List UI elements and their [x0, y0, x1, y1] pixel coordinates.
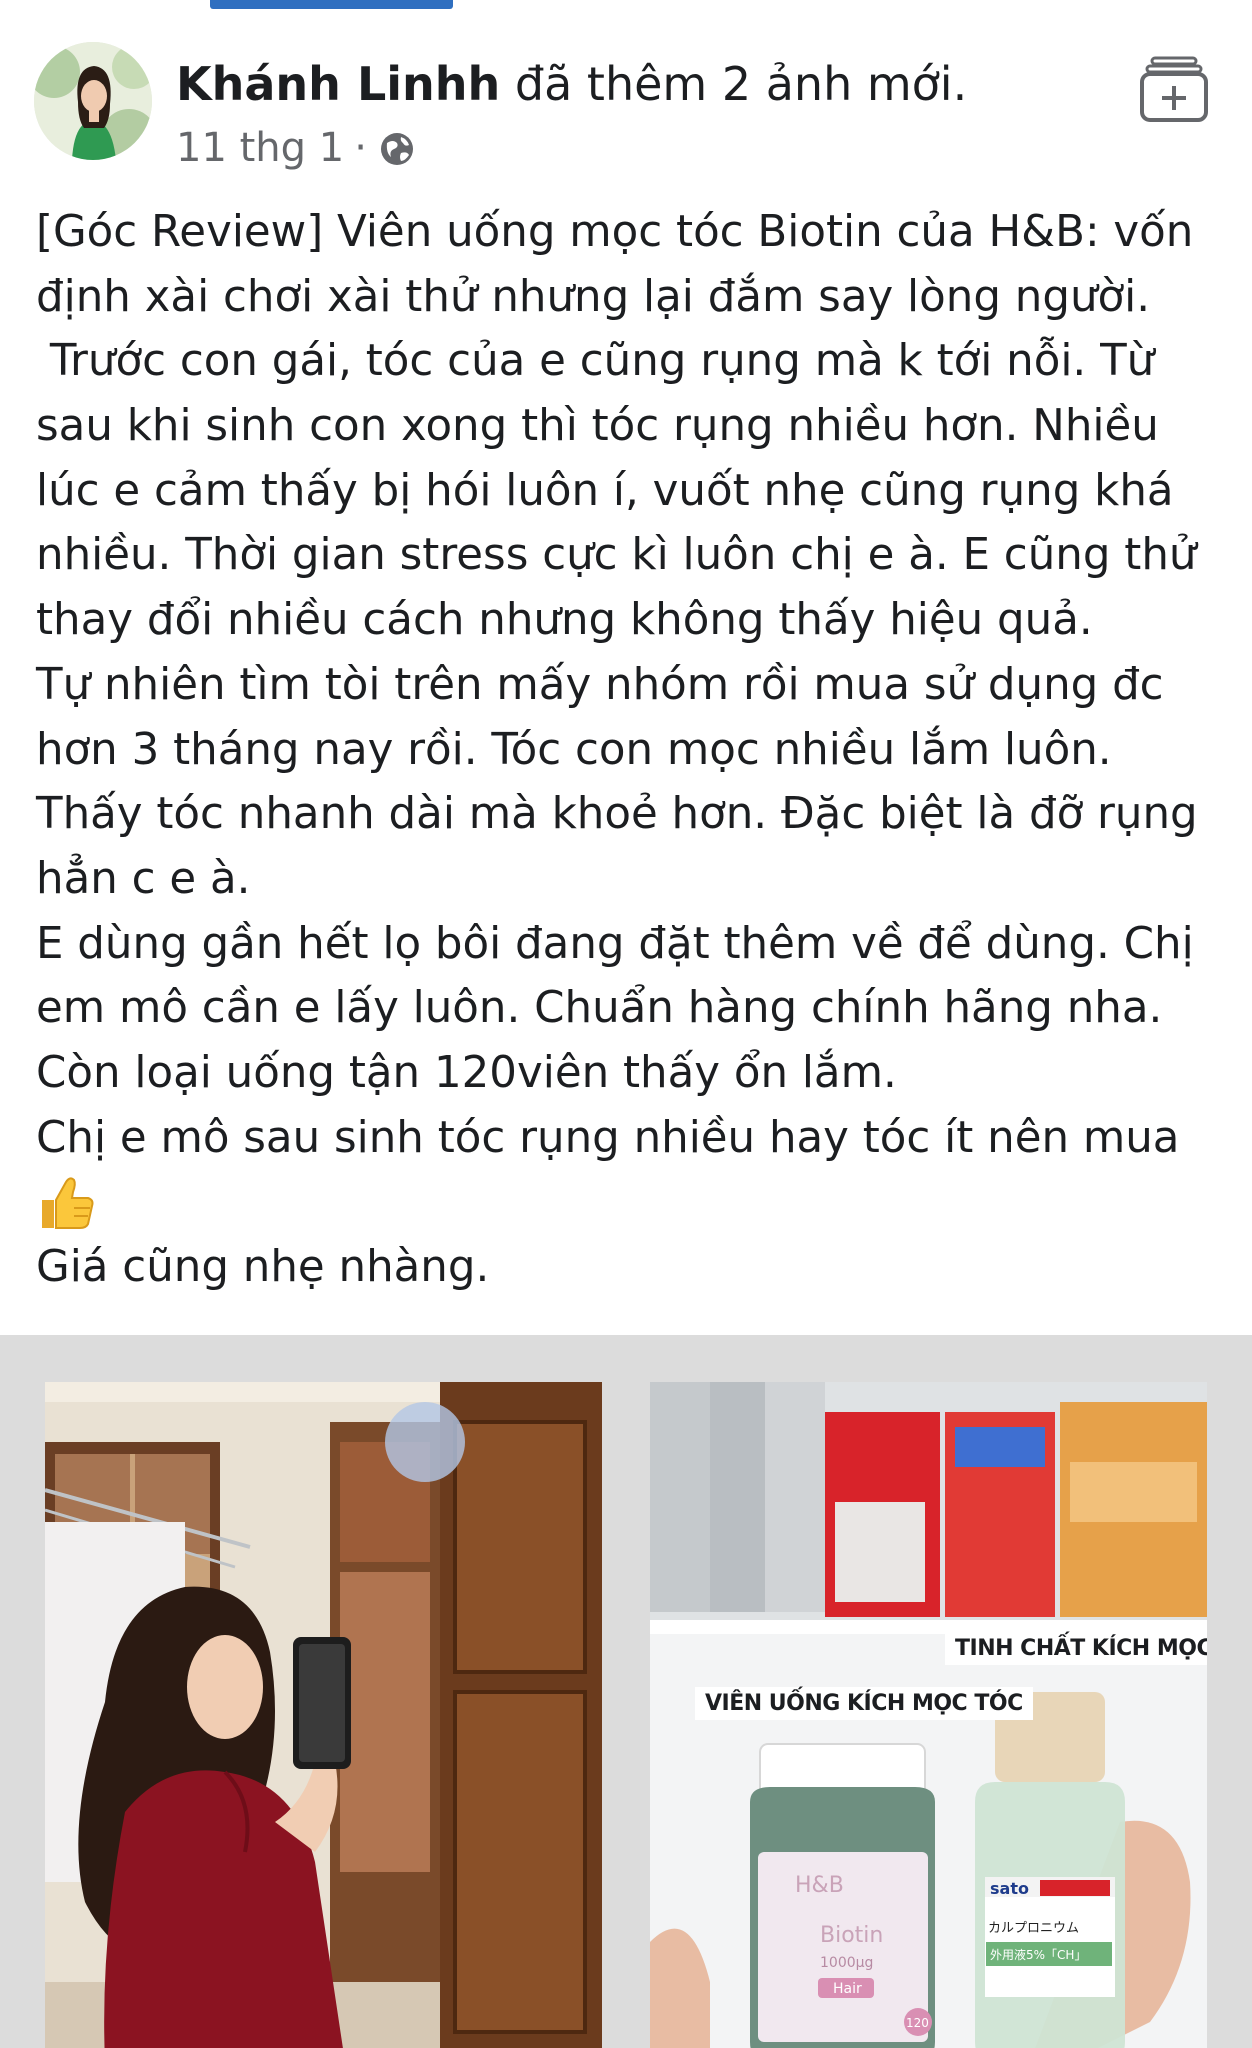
post-header: Khánh Linhh đã thêm 2 ảnh mới. 11 thg 1 …	[0, 0, 1252, 190]
photo-gallery: H&B Biotin 1000μg Hair 120 sato カルプロニウム …	[0, 1335, 1252, 2048]
bottle-brand-text: H&B	[795, 1873, 844, 1898]
bottle-count-text: 120	[906, 2016, 929, 2030]
post-meta: 11 thg 1 ·	[176, 120, 417, 176]
serum-name-text: カルプロニウム	[988, 1921, 1079, 1936]
meta-separator: ·	[354, 125, 367, 171]
bottle-use-text: Hair	[833, 1981, 862, 1997]
bottle-dose-text: 1000μg	[820, 1955, 873, 1971]
globe-icon	[377, 128, 417, 168]
serum-sub-text: 外用液5%「CH」	[990, 1947, 1086, 1962]
thumbs-up-icon	[36, 1170, 96, 1235]
post-timestamp[interactable]: 11 thg 1	[176, 120, 344, 176]
post-text-line: [Góc Review] Viên uống mọc tóc Biotin củ…	[36, 207, 1194, 257]
bottle-name-text: Biotin	[820, 1923, 883, 1948]
post-text-line: lúc e cảm thấy bị hói luôn í, vuốt nhẹ c…	[36, 465, 1174, 516]
product-tag-pill: VIÊN UỐNG KÍCH MỌC TÓC	[695, 1687, 1033, 1720]
post-text-line: nhiều. Thời gian stress cực kì luôn chị …	[36, 530, 1197, 581]
post-text-line: Thấy tóc nhanh dài mà khoẻ hơn. Đặc biệt…	[36, 789, 1198, 840]
post-text-line: Chị e mô sau sinh tóc rụng nhiều hay tóc…	[36, 1112, 1180, 1163]
post-text-line: hơn 3 tháng nay rồi. Tóc con mọc nhiều l…	[36, 724, 1112, 775]
photo-product[interactable]: H&B Biotin 1000μg Hair 120 sato カルプロニウム …	[650, 1382, 1207, 2048]
post-text-line: em mô cần e lấy luôn. Chuẩn hàng chính h…	[36, 983, 1163, 1034]
post-text-line: E dùng gần hết lọ bôi đang đặt thêm về đ…	[36, 918, 1194, 969]
post-text-line: Trước con gái, tóc của e cũng rụng mà k …	[36, 336, 1155, 387]
post-text-line: định xài chơi xài thử nhưng lại đắm say …	[36, 271, 1151, 322]
post-body: [Góc Review] Viên uống mọc tóc Biotin củ…	[36, 200, 1226, 1300]
post-text-line: Còn loại uống tận 120viên thấy ổn lắm.	[36, 1047, 897, 1098]
post-text-line: thay đổi nhiều cách nhưng không thấy hiệ…	[36, 595, 1093, 646]
post-text-line: Tự nhiên tìm tòi trên mấy nhóm rồi mua s…	[36, 659, 1164, 710]
add-to-album-icon[interactable]	[1140, 56, 1208, 122]
post-action-text: đã thêm 2 ảnh mới.	[514, 57, 968, 111]
post-text-line: Giá cũng nhẹ nhàng.	[36, 1242, 490, 1292]
serum-brand-text: sato	[990, 1879, 1029, 1898]
avatar[interactable]	[34, 42, 152, 160]
post-text-line: sau khi sinh con xong thì tóc rụng nhiều…	[36, 401, 1159, 452]
author-line: Khánh Linhh đã thêm 2 ảnh mới.	[176, 52, 967, 116]
author-name[interactable]: Khánh Linhh	[176, 57, 500, 111]
photo-mirror-selfie[interactable]	[45, 1382, 602, 2048]
product-tag-serum: TINH CHẤT KÍCH MỌC TÓC	[945, 1632, 1207, 1665]
post-text-line: hẳn c e à.	[36, 853, 251, 904]
